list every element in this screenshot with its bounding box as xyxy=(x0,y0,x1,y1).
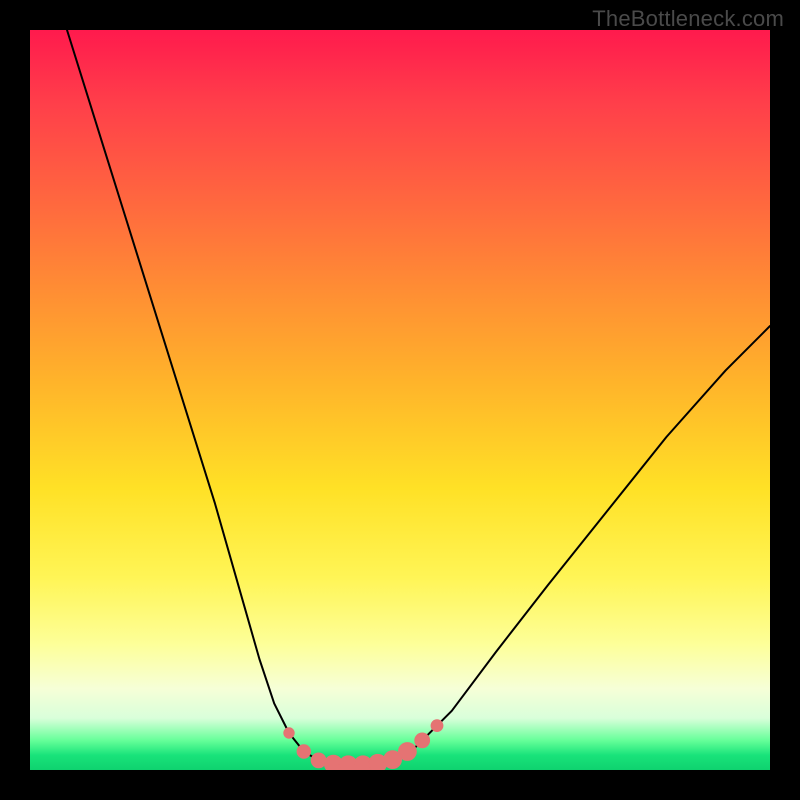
curve-marker xyxy=(431,720,443,732)
plot-area xyxy=(30,30,770,770)
chart-frame: TheBottleneck.com xyxy=(0,0,800,800)
curve-marker xyxy=(415,733,430,748)
curve-marker xyxy=(399,743,417,761)
curve-marker xyxy=(284,728,294,738)
curve-layer xyxy=(30,30,770,770)
curve-marker xyxy=(311,753,326,768)
curve-markers xyxy=(284,720,443,770)
curve-marker xyxy=(297,745,310,758)
bottleneck-curve xyxy=(67,30,770,765)
watermark-text: TheBottleneck.com xyxy=(592,6,784,32)
